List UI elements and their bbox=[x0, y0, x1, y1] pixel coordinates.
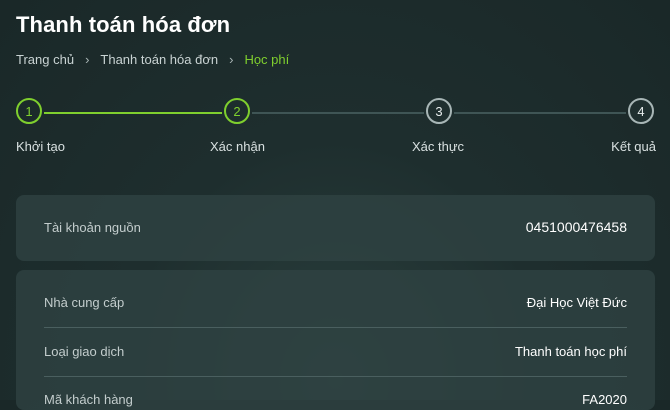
step-connector-done bbox=[44, 112, 222, 114]
step-3-circle: 3 bbox=[426, 98, 452, 124]
row-divider bbox=[44, 376, 627, 377]
step-2-number: 2 bbox=[233, 103, 241, 119]
transaction-type-value: Thanh toán học phí bbox=[514, 344, 627, 359]
step-3-label: Xác thực bbox=[412, 139, 465, 154]
provider-label: Nhà cung cấp bbox=[44, 295, 125, 310]
step-2-label: Xác nhận bbox=[210, 139, 265, 154]
page-title: Thanh toán hóa đơn bbox=[16, 12, 231, 37]
breadcrumb-separator-icon: › bbox=[229, 52, 234, 67]
breadcrumb: Trang chủ › Thanh toán hóa đơn › Học phí bbox=[16, 52, 289, 67]
step-1-circle: 1 bbox=[16, 98, 42, 124]
provider-value: Đại Học Việt Đức bbox=[526, 295, 627, 310]
source-account-row: Tài khoản nguồn 0451000476458 bbox=[44, 219, 627, 235]
step-3-number: 3 bbox=[435, 103, 443, 119]
transaction-details-card: Nhà cung cấp Đại Học Việt Đức Loại giao … bbox=[16, 270, 655, 410]
step-connector-pending bbox=[454, 112, 626, 114]
step-1-label: Khởi tạo bbox=[16, 139, 65, 154]
step-1-number: 1 bbox=[25, 103, 33, 119]
step-4-number: 4 bbox=[637, 103, 645, 119]
detail-row-provider: Nhà cung cấp Đại Học Việt Đức bbox=[44, 295, 627, 310]
step-connector-pending bbox=[252, 112, 424, 114]
breadcrumb-separator-icon: › bbox=[85, 52, 90, 67]
source-account-value: 0451000476458 bbox=[525, 219, 627, 235]
step-4-label: Kết quả bbox=[611, 139, 656, 154]
transaction-type-label: Loại giao dịch bbox=[44, 344, 125, 359]
row-divider bbox=[44, 327, 627, 328]
breadcrumb-current: Học phí bbox=[244, 52, 290, 67]
breadcrumb-bill-payment[interactable]: Thanh toán hóa đơn bbox=[100, 52, 218, 67]
detail-row-transaction-type: Loại giao dịch Thanh toán học phí bbox=[44, 344, 627, 359]
source-account-label: Tài khoản nguồn bbox=[44, 219, 141, 235]
step-2-circle: 2 bbox=[224, 98, 250, 124]
step-4-circle: 4 bbox=[628, 98, 654, 124]
source-account-card: Tài khoản nguồn 0451000476458 bbox=[16, 195, 655, 261]
progress-stepper: 1 2 3 4 Khởi tạo Xác nhận Xác thực Kết q… bbox=[0, 98, 670, 158]
breadcrumb-home[interactable]: Trang chủ bbox=[16, 52, 74, 67]
